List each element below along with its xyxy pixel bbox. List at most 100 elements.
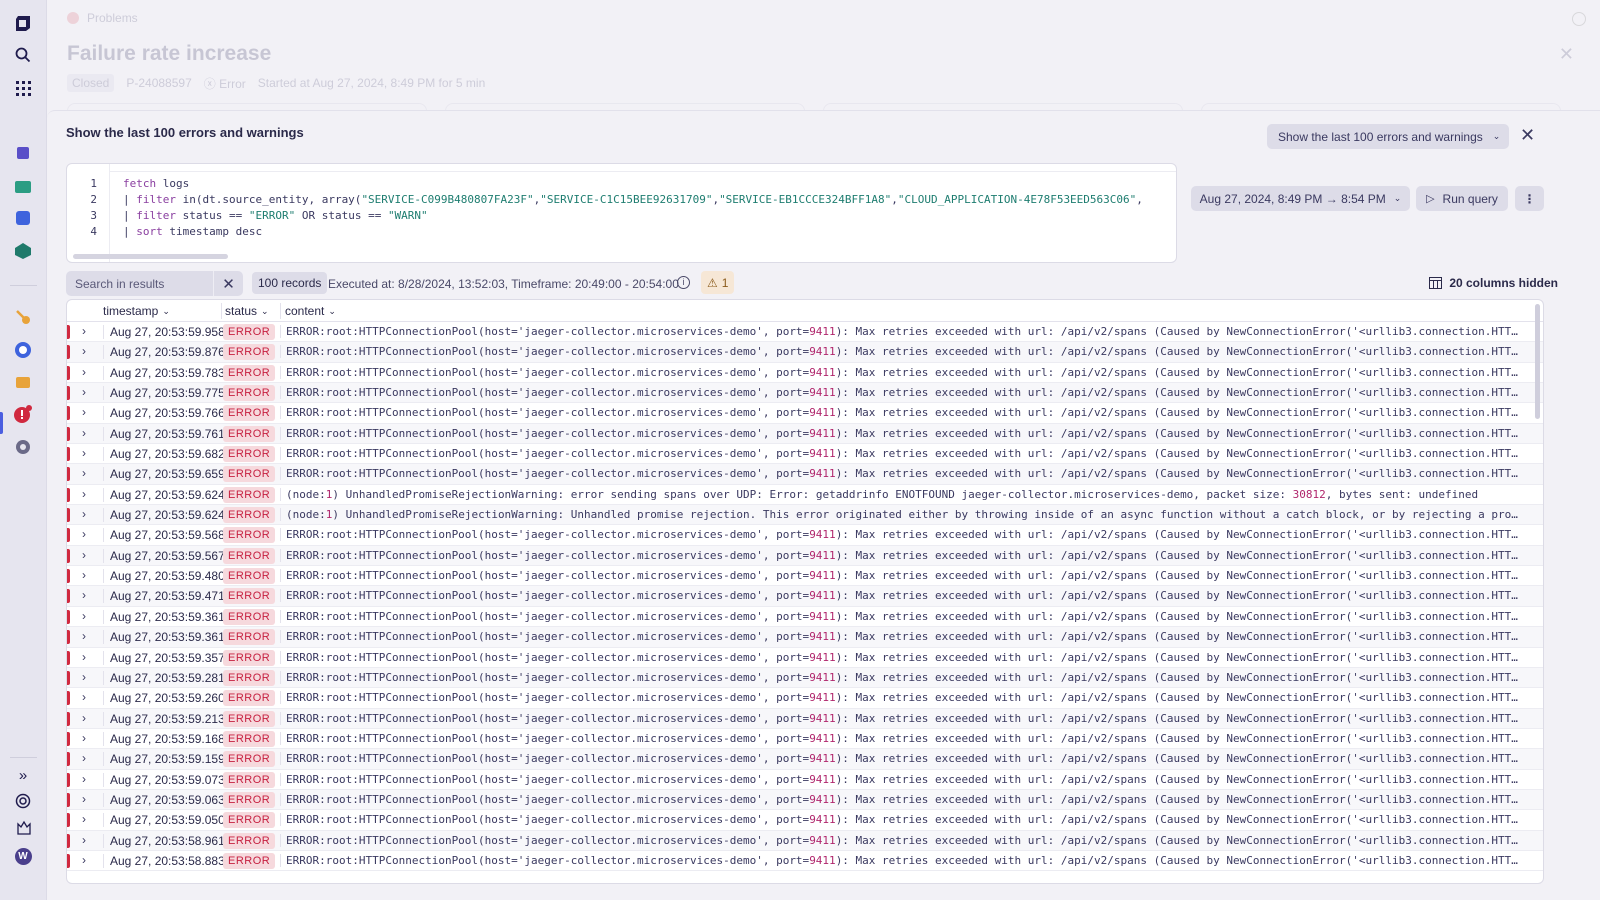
column-header-status[interactable]: status ⌄ [225, 304, 269, 318]
expand-row-chevron-icon[interactable]: › [82, 446, 86, 460]
info-icon[interactable]: i [677, 276, 690, 289]
settings-icon[interactable] [12, 436, 34, 458]
expand-row-chevron-icon[interactable]: › [82, 812, 86, 826]
expand-row-chevron-icon[interactable]: › [82, 772, 86, 786]
expand-row-chevron-icon[interactable]: › [82, 365, 86, 379]
app-dashboard-icon[interactable] [12, 207, 34, 229]
expand-row-chevron-icon[interactable]: › [82, 568, 86, 582]
expand-row-chevron-icon[interactable]: › [82, 711, 86, 725]
expand-row-chevron-icon[interactable]: › [82, 548, 86, 562]
close-icon[interactable]: ✕ [1559, 44, 1574, 65]
expand-row-chevron-icon[interactable]: › [82, 344, 86, 358]
expand-row-chevron-icon[interactable]: › [82, 487, 86, 501]
table-row[interactable]: › Aug 27, 20:53:59.775 ERROR ERROR:root:HTT… [67, 383, 1543, 404]
severity-bar [67, 833, 70, 848]
content-text: ): Max retries exceeded with url: /api/v… [835, 853, 1523, 867]
content-cell: ERROR:root:HTTPConnectionPool(host='jaeg… [280, 691, 1523, 705]
clear-search-button[interactable]: ✕ [213, 271, 243, 296]
table-body: › Aug 27, 20:53:59.958 ERROR ERROR:root:HTT… [67, 322, 1543, 872]
table-row[interactable]: › Aug 27, 20:53:59.876 ERROR ERROR:root:HTT… [67, 342, 1543, 363]
table-row[interactable]: › Aug 27, 20:53:59.567 ERROR ERROR:root:HTT… [67, 545, 1543, 567]
table-row[interactable]: › Aug 27, 20:53:59.624 ERROR (node:1) Unhan… [67, 505, 1543, 526]
table-row[interactable]: › Aug 27, 20:53:59.659 ERROR ERROR:root:HTT… [67, 464, 1543, 485]
problems-icon[interactable] [12, 403, 34, 425]
table-row[interactable]: › Aug 27, 20:53:59.471 ERROR ERROR:root:HTT… [67, 586, 1543, 607]
expand-icon[interactable]: » [12, 764, 34, 786]
key-icon[interactable] [12, 306, 34, 328]
whats-new-icon[interactable] [12, 816, 34, 838]
app-kubernetes-icon[interactable] [12, 240, 34, 262]
table-row[interactable]: › Aug 27, 20:53:59.260 ERROR ERROR:root:HTT… [67, 688, 1543, 709]
expand-row-chevron-icon[interactable]: › [82, 588, 86, 602]
expand-row-chevron-icon[interactable]: › [82, 527, 86, 541]
expand-row-chevron-icon[interactable]: › [82, 833, 86, 847]
table-row[interactable]: › Aug 27, 20:53:59.050 ERROR ERROR:root:HTT… [67, 810, 1543, 831]
table-row[interactable]: › Aug 27, 20:53:59.624 ERROR (node:1) Unhan… [67, 485, 1543, 506]
help-icon[interactable] [1572, 12, 1586, 26]
table-row[interactable]: › Aug 27, 20:53:59.073 ERROR ERROR:root:HTT… [67, 770, 1543, 790]
table-row[interactable]: › Aug 27, 20:53:59.783 ERROR ERROR:root:HTT… [67, 363, 1543, 384]
preset-query-dropdown[interactable]: Show the last 100 errors and warnings ⌄ [1267, 124, 1509, 149]
table-row[interactable]: › Aug 27, 20:53:58.961 ERROR ERROR:root:HTT… [67, 830, 1543, 851]
run-query-button[interactable]: ▷ Run query [1416, 186, 1508, 211]
expand-row-chevron-icon[interactable]: › [82, 629, 86, 643]
column-header-content[interactable]: content ⌄ [285, 304, 336, 318]
vertical-scrollbar[interactable] [1535, 304, 1540, 419]
warnings-badge[interactable]: ⚠ 1 [701, 271, 735, 294]
table-row[interactable]: › Aug 27, 20:53:59.063 ERROR ERROR:root:HTT… [67, 789, 1543, 811]
horizontal-scrollbar[interactable] [73, 254, 228, 259]
table-row[interactable]: › Aug 27, 20:53:59.159 ERROR ERROR:root:HTT… [67, 749, 1543, 770]
expand-row-chevron-icon[interactable]: › [82, 731, 86, 745]
close-panel-button[interactable]: ✕ [1520, 125, 1535, 146]
expand-row-chevron-icon[interactable]: › [82, 609, 86, 623]
app-database-icon[interactable] [12, 371, 34, 393]
table-row[interactable]: › Aug 27, 20:53:59.168 ERROR ERROR:root:HTT… [67, 729, 1543, 750]
timeframe-selector[interactable]: Aug 27, 2024, 8:49 PM → 8:54 PM ⌄ [1191, 186, 1410, 211]
query-editor[interactable]: 1 2 3 4 fetch logs | filter in(dt.source… [66, 163, 1177, 263]
expand-row-chevron-icon[interactable]: › [82, 426, 86, 440]
expand-row-chevron-icon[interactable]: › [82, 385, 86, 399]
expand-row-chevron-icon[interactable]: › [82, 405, 86, 419]
app-chart-icon[interactable] [12, 175, 34, 197]
table-row[interactable]: › Aug 27, 20:53:59.361 ERROR ERROR:root:HTT… [67, 607, 1543, 628]
expand-row-chevron-icon[interactable]: › [82, 324, 86, 338]
table-row[interactable]: › Aug 27, 20:53:59.213 ERROR ERROR:root:HTT… [67, 708, 1543, 729]
table-row[interactable]: › Aug 27, 20:53:59.766 ERROR ERROR:root:HTT… [67, 403, 1543, 424]
expand-row-chevron-icon[interactable]: › [82, 670, 86, 684]
expand-row-chevron-icon[interactable]: › [82, 751, 86, 765]
columns-hidden-button[interactable]: 20 columns hidden [1429, 276, 1558, 290]
expand-row-chevron-icon[interactable]: › [82, 650, 86, 664]
user-avatar[interactable]: W [12, 845, 34, 867]
expand-row-chevron-icon[interactable]: › [82, 853, 86, 867]
table-row[interactable]: › Aug 27, 20:53:59.568 ERROR ERROR:root:HTT… [67, 525, 1543, 546]
app-kubernetes-preview-icon[interactable] [12, 339, 34, 361]
content-text: ): Max retries exceeded with url: /api/v… [835, 528, 1523, 542]
dynatrace-logo-icon[interactable] [12, 12, 34, 34]
expand-row-chevron-icon[interactable]: › [82, 507, 86, 521]
table-row[interactable]: › Aug 27, 20:53:59.281 ERROR ERROR:root:HTT… [67, 667, 1543, 689]
timestamp-cell: Aug 27, 20:53:59.281 [103, 670, 225, 685]
expand-row-chevron-icon[interactable]: › [82, 792, 86, 806]
table-row[interactable]: › Aug 27, 20:53:59.958 ERROR ERROR:root:HTT… [67, 322, 1543, 343]
more-options-button[interactable]: ⋮ [1515, 186, 1544, 211]
table-row[interactable]: › Aug 27, 20:53:59.357 ERROR ERROR:root:HTT… [67, 648, 1543, 668]
help-icon[interactable] [12, 790, 34, 812]
table-row[interactable]: › Aug 27, 20:53:59.761 ERROR ERROR:root:HTT… [67, 423, 1543, 445]
content-text: ERROR:root:HTTPConnectionPool(host='jaeg… [286, 670, 810, 684]
timestamp-cell: Aug 27, 20:53:59.766 [103, 406, 225, 421]
table-row[interactable]: › Aug 27, 20:53:59.682 ERROR ERROR:root:HTT… [67, 444, 1543, 465]
query-panel: Show the last 100 errors and warnings Sh… [47, 110, 1600, 900]
search-icon[interactable] [12, 44, 34, 66]
expand-row-chevron-icon[interactable]: › [82, 466, 86, 480]
table-row[interactable]: › Aug 27, 20:53:59.361 ERROR ERROR:root:HTT… [67, 627, 1543, 648]
breadcrumb-problems[interactable]: Problems [87, 11, 138, 25]
expand-row-chevron-icon[interactable]: › [82, 690, 86, 704]
content-text: (node: [286, 508, 326, 522]
apps-grid-icon[interactable] [12, 77, 34, 99]
columns-hidden-label: 20 columns hidden [1449, 276, 1558, 290]
app-cube-icon[interactable] [12, 142, 34, 164]
column-header-timestamp[interactable]: timestamp ⌄ [103, 304, 170, 318]
table-row[interactable]: › Aug 27, 20:53:59.480 ERROR ERROR:root:HTT… [67, 566, 1543, 587]
table-row[interactable]: › Aug 27, 20:53:58.883 ERROR ERROR:root:HTT… [67, 851, 1543, 872]
search-input[interactable] [66, 271, 213, 296]
